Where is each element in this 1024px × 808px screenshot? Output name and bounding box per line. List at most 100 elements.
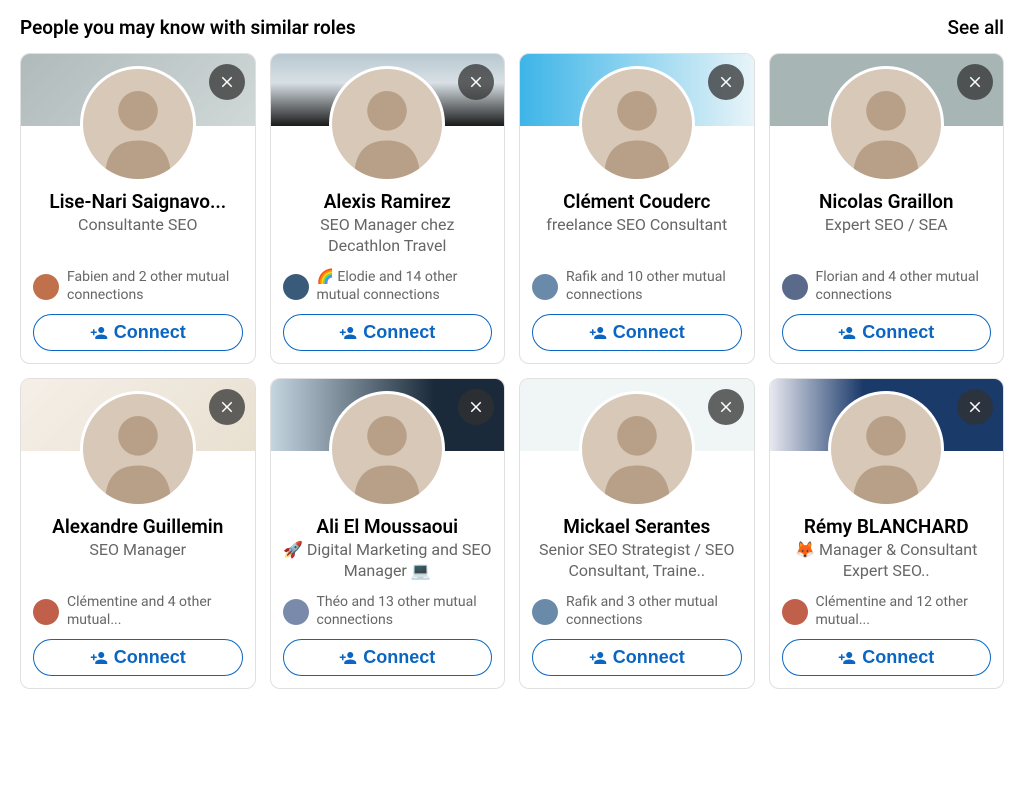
person-name[interactable]: Clément Couderc (532, 190, 742, 213)
mutual-connections[interactable]: Théo and 13 other mutual connections (283, 594, 493, 629)
person-icon (831, 394, 941, 504)
mutual-avatar (532, 599, 558, 625)
connect-label: Connect (613, 647, 685, 668)
person-card: Nicolas Graillon Expert SEO / SEA Floria… (769, 53, 1005, 364)
close-icon (467, 73, 485, 91)
connect-button[interactable]: Connect (782, 314, 992, 351)
connect-button[interactable]: Connect (283, 639, 493, 676)
mutual-avatar (283, 599, 309, 625)
connect-button[interactable]: Connect (33, 639, 243, 676)
person-card: Alexis Ramirez SEO Manager chez Decathlo… (270, 53, 506, 364)
person-card: Alexandre Guillemin SEO Manager Clémenti… (20, 378, 256, 689)
avatar[interactable] (579, 66, 695, 182)
avatar[interactable] (579, 391, 695, 507)
mutual-avatar (782, 274, 808, 300)
mutual-connections[interactable]: Clémentine and 4 other mutual... (33, 594, 243, 629)
see-all-link[interactable]: See all (947, 16, 1004, 39)
dismiss-button[interactable] (209, 64, 245, 100)
avatar[interactable] (828, 66, 944, 182)
add-connection-icon (589, 649, 607, 667)
connect-label: Connect (363, 647, 435, 668)
close-icon (218, 398, 236, 416)
close-icon (218, 73, 236, 91)
add-connection-icon (90, 324, 108, 342)
person-name[interactable]: Alexandre Guillemin (33, 515, 243, 538)
person-icon (582, 394, 692, 504)
close-icon (467, 398, 485, 416)
person-title: Expert SEO / SEA (782, 215, 992, 257)
mutual-text: 🌈 Elodie and 14 other mutual connections (317, 269, 493, 304)
person-card: Mickael Serantes Senior SEO Strategist /… (519, 378, 755, 689)
connect-button[interactable]: Connect (782, 639, 992, 676)
connect-label: Connect (862, 647, 934, 668)
add-connection-icon (339, 324, 357, 342)
person-card: Ali El Moussaoui 🚀 Digital Marketing and… (270, 378, 506, 689)
person-title: 🦊 Manager & Consultant Expert SEO.. (782, 540, 992, 582)
avatar[interactable] (329, 66, 445, 182)
person-icon (831, 69, 941, 179)
mutual-avatar (33, 274, 59, 300)
mutual-connections[interactable]: Rafik and 10 other mutual connections (532, 269, 742, 304)
people-cards-grid: Lise-Nari Saignavo... Consultante SEO Fa… (20, 53, 1004, 689)
person-icon (83, 69, 193, 179)
person-card: Rémy BLANCHARD 🦊 Manager & Consultant Ex… (769, 378, 1005, 689)
person-title: Consultante SEO (33, 215, 243, 257)
dismiss-button[interactable] (209, 389, 245, 425)
dismiss-button[interactable] (957, 389, 993, 425)
mutual-avatar (782, 599, 808, 625)
person-name[interactable]: Mickael Serantes (532, 515, 742, 538)
avatar[interactable] (329, 391, 445, 507)
mutual-text: Clémentine and 12 other mutual... (816, 594, 992, 629)
add-connection-icon (589, 324, 607, 342)
person-name[interactable]: Nicolas Graillon (782, 190, 992, 213)
mutual-connections[interactable]: 🌈 Elodie and 14 other mutual connections (283, 269, 493, 304)
mutual-connections[interactable]: Fabien and 2 other mutual connections (33, 269, 243, 304)
mutual-connections[interactable]: Florian and 4 other mutual connections (782, 269, 992, 304)
person-name[interactable]: Ali El Moussaoui (283, 515, 493, 538)
person-card: Clément Couderc freelance SEO Consultant… (519, 53, 755, 364)
avatar[interactable] (80, 66, 196, 182)
mutual-text: Florian and 4 other mutual connections (816, 269, 992, 304)
person-name[interactable]: Alexis Ramirez (283, 190, 493, 213)
dismiss-button[interactable] (708, 64, 744, 100)
dismiss-button[interactable] (458, 389, 494, 425)
person-icon (83, 394, 193, 504)
dismiss-button[interactable] (458, 64, 494, 100)
person-name[interactable]: Rémy BLANCHARD (782, 515, 992, 538)
mutual-connections[interactable]: Clémentine and 12 other mutual... (782, 594, 992, 629)
mutual-connections[interactable]: Rafik and 3 other mutual connections (532, 594, 742, 629)
close-icon (717, 73, 735, 91)
close-icon (966, 398, 984, 416)
connect-button[interactable]: Connect (532, 639, 742, 676)
add-connection-icon (90, 649, 108, 667)
avatar[interactable] (80, 391, 196, 507)
connect-label: Connect (862, 322, 934, 343)
person-icon (332, 394, 442, 504)
section-title: People you may know with similar roles (20, 16, 356, 39)
mutual-avatar (33, 599, 59, 625)
mutual-avatar (283, 274, 309, 300)
mutual-text: Rafik and 10 other mutual connections (566, 269, 742, 304)
avatar[interactable] (828, 391, 944, 507)
dismiss-button[interactable] (957, 64, 993, 100)
person-name[interactable]: Lise-Nari Saignavo... (33, 190, 243, 213)
dismiss-button[interactable] (708, 389, 744, 425)
close-icon (966, 73, 984, 91)
mutual-text: Clémentine and 4 other mutual... (67, 594, 243, 629)
person-title: freelance SEO Consultant (532, 215, 742, 257)
add-connection-icon (838, 649, 856, 667)
close-icon (717, 398, 735, 416)
person-title: SEO Manager chez Decathlon Travel (283, 215, 493, 257)
connect-button[interactable]: Connect (532, 314, 742, 351)
person-title: 🚀 Digital Marketing and SEO Manager 💻 (283, 540, 493, 582)
person-title: Senior SEO Strategist / SEO Consultant, … (532, 540, 742, 582)
mutual-text: Théo and 13 other mutual connections (317, 594, 493, 629)
mutual-text: Fabien and 2 other mutual connections (67, 269, 243, 304)
mutual-avatar (532, 274, 558, 300)
add-connection-icon (838, 324, 856, 342)
connect-label: Connect (363, 322, 435, 343)
person-title: SEO Manager (33, 540, 243, 582)
connect-button[interactable]: Connect (283, 314, 493, 351)
connect-button[interactable]: Connect (33, 314, 243, 351)
mutual-text: Rafik and 3 other mutual connections (566, 594, 742, 629)
